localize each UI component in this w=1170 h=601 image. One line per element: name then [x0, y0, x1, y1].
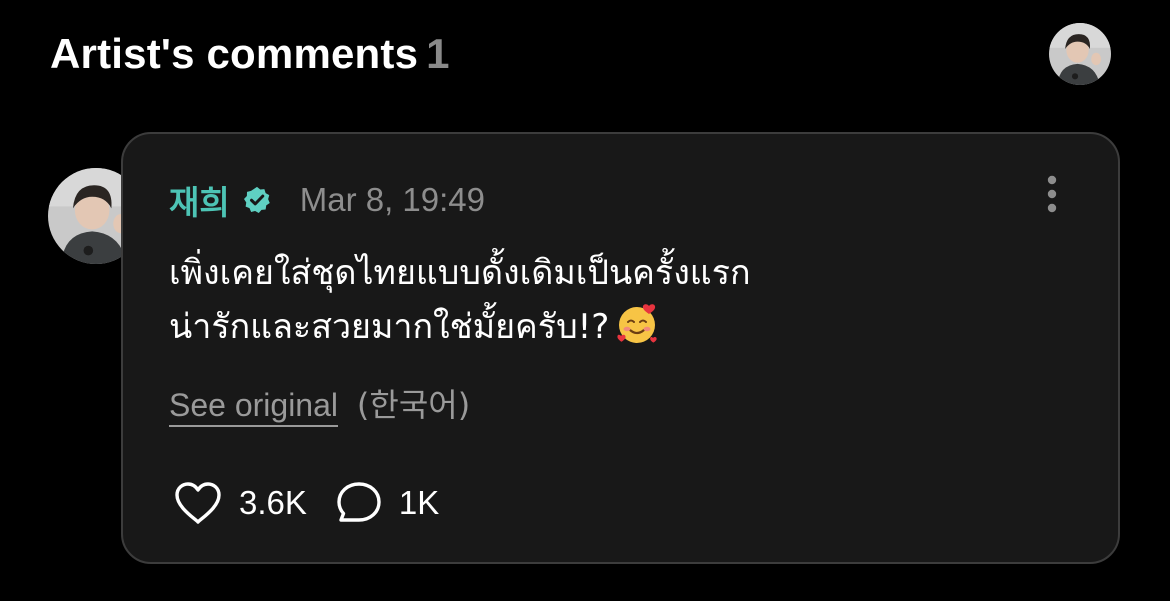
heart-outline-icon [175, 482, 221, 524]
translation-row: See original (한국어) [169, 380, 471, 427]
see-original-link[interactable]: See original [169, 387, 338, 427]
comment-meta: 재희 Mar 8, 19:49 [169, 176, 485, 224]
reply-button[interactable]: 1K [335, 480, 439, 526]
smiling-face-with-hearts-icon [613, 300, 661, 348]
comment-card: 재희 Mar 8, 19:49 เพิ่งเคยใส่ชุดไทยแบบดั้ง… [121, 132, 1120, 564]
comment-line: เพิ่งเคยใส่ชุดไทยแบบดั้งเดิมเป็นครั้งแรก [169, 253, 751, 293]
original-language: (한국어) [356, 386, 471, 424]
comment-body: เพิ่งเคยใส่ชุดไทยแบบดั้งเดิมเป็นครั้งแรก… [169, 246, 1069, 354]
header-avatar[interactable] [1049, 23, 1111, 85]
comment-timestamp: Mar 8, 19:49 [299, 181, 486, 218]
comment-count: 1 [426, 30, 450, 77]
more-vertical-icon[interactable] [1037, 172, 1067, 216]
speech-bubble-icon [337, 482, 381, 522]
artist-comments-page: Artist's comments 1 재희 Mar 8, 19:49 เพิ่… [0, 0, 1170, 601]
like-button[interactable]: 3.6K [173, 480, 307, 526]
reply-count: 1K [398, 484, 440, 521]
avatar-photo [1049, 23, 1111, 85]
author-name[interactable]: 재희 [169, 176, 230, 224]
page-title: Artist's comments 1 [50, 30, 450, 78]
comment-line-with-emoji: น่ารักและสวยมากใช่มั้ยครับ!? [169, 300, 1069, 354]
comment-actions: 3.6K 1K [173, 480, 439, 526]
verified-badge-icon [242, 185, 272, 215]
page-title-text: Artist's comments [50, 30, 419, 77]
comment-line: น่ารักและสวยมากใช่มั้ยครับ!? [169, 307, 610, 347]
like-count: 3.6K [239, 484, 307, 521]
